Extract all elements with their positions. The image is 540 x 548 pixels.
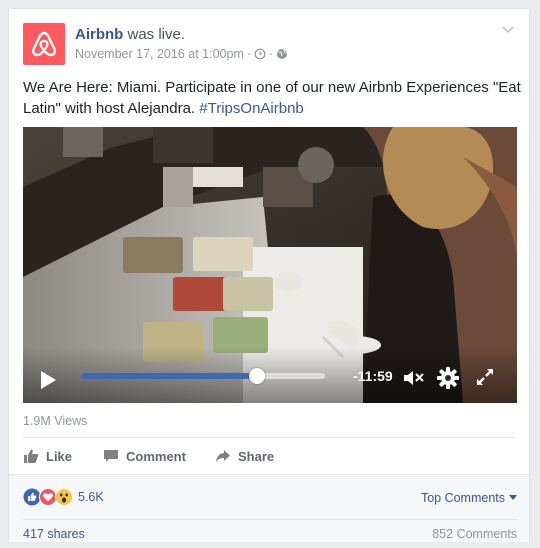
post-meta: November 17, 2016 at 1:00pm · ·: [75, 47, 288, 61]
video-progress-fill: [81, 373, 257, 379]
live-status-text: was live.: [127, 26, 186, 43]
divider-top: [23, 437, 515, 438]
play-icon[interactable]: [39, 370, 57, 390]
comment-button[interactable]: Comment: [103, 441, 186, 471]
share-button[interactable]: Share: [215, 441, 274, 471]
mute-icon[interactable]: [403, 369, 425, 387]
like-button[interactable]: Like: [23, 441, 72, 471]
video-progress-slider[interactable]: [81, 368, 325, 384]
clock-icon: [254, 48, 266, 60]
post-timestamp[interactable]: November 17, 2016 at 1:00pm: [75, 47, 244, 61]
video-player[interactable]: -11:59: [23, 127, 517, 403]
post-card: Airbnb was live. November 17, 2016 at 1:…: [8, 8, 530, 542]
wow-reaction-icon: [55, 488, 73, 506]
comment-icon: [104, 450, 118, 462]
post-header: Airbnb was live. November 17, 2016 at 1:…: [23, 21, 517, 67]
reactions-summary[interactable]: 5.6K: [23, 488, 104, 506]
reaction-count: 5.6K: [78, 490, 104, 504]
comments-count-link[interactable]: 852 Comments: [432, 527, 517, 541]
fullscreen-icon[interactable]: [475, 367, 495, 387]
share-arrow-icon: [216, 450, 230, 462]
comment-label: Comment: [126, 448, 186, 464]
airbnb-logo-icon: [32, 31, 56, 57]
share-label: Share: [238, 448, 275, 464]
divider-bottom: [23, 519, 517, 520]
hashtag-link[interactable]: #TripsOnAirbnb: [199, 100, 304, 117]
reactions-section: 5.6K Top Comments 417 shares 852 Comment…: [9, 474, 529, 542]
action-bar: Like Comment Share: [23, 441, 517, 471]
page-name-link[interactable]: Airbnb: [75, 26, 123, 43]
top-comments-dropdown[interactable]: Top Comments: [421, 491, 517, 505]
shares-count-link[interactable]: 417 shares: [23, 527, 85, 541]
view-count: 1.9M Views: [23, 414, 88, 428]
post-title-line: Airbnb was live.: [75, 26, 185, 43]
settings-gear-icon[interactable]: [437, 367, 459, 389]
chevron-down-icon[interactable]: [501, 25, 515, 35]
thumbs-up-icon: [24, 449, 39, 463]
post-body-text: We Are Here: Miami. Participate in one o…: [23, 77, 523, 119]
like-label: Like: [46, 448, 73, 464]
airbnb-logo-avatar[interactable]: [23, 23, 65, 65]
meta-separator-2: ·: [269, 47, 274, 61]
video-controls-bar: -11:59: [23, 347, 517, 403]
meta-separator: ·: [246, 47, 252, 61]
dropdown-caret-icon: [509, 495, 517, 500]
globe-icon[interactable]: [276, 48, 288, 60]
top-comments-label: Top Comments: [420, 491, 505, 505]
time-remaining: -11:59: [353, 368, 393, 384]
video-progress-handle[interactable]: [248, 368, 265, 384]
